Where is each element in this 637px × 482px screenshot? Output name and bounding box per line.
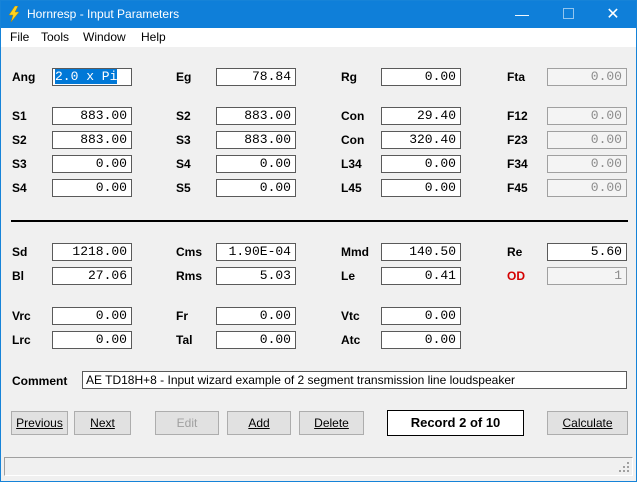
lightning-bolt-icon (8, 6, 20, 22)
label-s3-rows2-2: S3 (12, 157, 27, 171)
label-mmd-rows3-0: Mmd (341, 245, 369, 259)
field-vtc-rows4-0[interactable]: 0.00 (381, 307, 461, 325)
status-bar (4, 457, 633, 476)
label-tal-rows4-1: Tal (176, 333, 193, 347)
label-bl-rows3-1: Bl (12, 269, 24, 283)
field-s2-rows2-0[interactable]: 883.00 (216, 107, 296, 125)
label-con-rows2-0: Con (341, 109, 365, 123)
section-divider (11, 220, 628, 222)
label-f45-rows2-3: F45 (507, 181, 528, 195)
field-bl-rows3-1[interactable]: 27.06 (52, 267, 132, 285)
field-od-rows3-1[interactable]: 1 (547, 267, 627, 285)
field-s3-rows2-1[interactable]: 883.00 (216, 131, 296, 149)
label-s5-rows2-3: S5 (176, 181, 191, 195)
title-bar[interactable]: Hornresp - Input Parameters — ✕ (1, 1, 636, 28)
comment-field[interactable]: AE TD18H+8 - Input wizard example of 2 s… (82, 371, 627, 389)
field-cms-rows3-0[interactable]: 1.90E-04 (216, 243, 296, 261)
label-s4-rows2-3: S4 (12, 181, 27, 195)
previous-button[interactable]: Previous (11, 411, 68, 435)
comment-label: Comment (12, 374, 68, 388)
label-s2-rows2-1: S2 (12, 133, 27, 147)
label-l45-rows2-3: L45 (341, 181, 362, 195)
maximize-icon (562, 8, 574, 20)
field-vrc-rows4-0[interactable]: 0.00 (52, 307, 132, 325)
label-con-rows2-1: Con (341, 133, 365, 147)
label-vrc-rows4-0: Vrc (12, 309, 31, 323)
delete-button[interactable]: Delete (299, 411, 364, 435)
menu-file[interactable]: File (10, 30, 29, 44)
label-s3-rows2-1: S3 (176, 133, 191, 147)
menu-tools[interactable]: Tools (41, 30, 69, 44)
edit-button[interactable]: Edit (155, 411, 219, 435)
field-tal-rows4-1[interactable]: 0.00 (216, 331, 296, 349)
field-fta-rows1-0[interactable]: 0.00 (547, 68, 627, 86)
label-l34-rows2-2: L34 (341, 157, 362, 171)
field-lrc-rows4-1[interactable]: 0.00 (52, 331, 132, 349)
field-s4-rows2-2[interactable]: 0.00 (216, 155, 296, 173)
field-con-rows2-0[interactable]: 29.40 (381, 107, 461, 125)
label-od-rows3-1: OD (507, 269, 525, 283)
label-cms-rows3-0: Cms (176, 245, 203, 259)
next-button[interactable]: Next (74, 411, 131, 435)
label-le-rows3-1: Le (341, 269, 356, 283)
hornresp-window: Hornresp - Input Parameters — ✕ File Too… (0, 0, 637, 482)
field-atc-rows4-1[interactable]: 0.00 (381, 331, 461, 349)
label-lrc-rows4-1: Lrc (12, 333, 31, 347)
label-eg-rows1-0: Eg (176, 70, 192, 84)
field-s1-rows2-0[interactable]: 883.00 (52, 107, 132, 125)
label-f23-rows2-1: F23 (507, 133, 528, 147)
close-icon: ✕ (606, 6, 620, 23)
field-rms-rows3-1[interactable]: 5.03 (216, 267, 296, 285)
selected-text: 2.0 x Pi (55, 69, 118, 84)
label-s2-rows2-0: S2 (176, 109, 191, 123)
field-f12-rows2-0[interactable]: 0.00 (547, 107, 627, 125)
label-s1-rows2-0: S1 (12, 109, 27, 123)
resize-grip-icon[interactable] (619, 462, 629, 472)
calculate-button[interactable]: Calculate (547, 411, 628, 435)
label-fr-rows4-0: Fr (176, 309, 188, 323)
field-s5-rows2-3[interactable]: 0.00 (216, 179, 296, 197)
minimize-icon: — (515, 6, 529, 22)
field-l45-rows2-3[interactable]: 0.00 (381, 179, 461, 197)
field-ang-rows1-0[interactable]: 2.0 x Pi (52, 68, 132, 86)
label-f12-rows2-0: F12 (507, 109, 528, 123)
label-ang-rows1-0: Ang (12, 70, 36, 84)
field-rg-rows1-0[interactable]: 0.00 (381, 68, 461, 86)
window-title: Hornresp - Input Parameters (27, 7, 180, 21)
minimize-button[interactable]: — (500, 1, 544, 28)
field-le-rows3-1[interactable]: 0.41 (381, 267, 461, 285)
field-f34-rows2-2[interactable]: 0.00 (547, 155, 627, 173)
field-con-rows2-1[interactable]: 320.40 (381, 131, 461, 149)
label-vtc-rows4-0: Vtc (341, 309, 360, 323)
label-rg-rows1-0: Rg (341, 70, 357, 84)
close-button[interactable]: ✕ (591, 1, 635, 28)
add-button[interactable]: Add (227, 411, 291, 435)
label-fta-rows1-0: Fta (507, 70, 525, 84)
label-atc-rows4-1: Atc (341, 333, 361, 347)
label-sd-rows3-0: Sd (12, 245, 28, 259)
field-re-rows3-0[interactable]: 5.60 (547, 243, 627, 261)
field-mmd-rows3-0[interactable]: 140.50 (381, 243, 461, 261)
maximize-button[interactable] (546, 1, 590, 28)
field-l34-rows2-2[interactable]: 0.00 (381, 155, 461, 173)
label-re-rows3-0: Re (507, 245, 523, 259)
field-f23-rows2-1[interactable]: 0.00 (547, 131, 627, 149)
field-sd-rows3-0[interactable]: 1218.00 (52, 243, 132, 261)
field-s3-rows2-2[interactable]: 0.00 (52, 155, 132, 173)
field-eg-rows1-0[interactable]: 78.84 (216, 68, 296, 86)
label-s4-rows2-2: S4 (176, 157, 191, 171)
menu-help[interactable]: Help (141, 30, 166, 44)
label-rms-rows3-1: Rms (176, 269, 203, 283)
menu-bar: File Tools Window Help (1, 28, 636, 47)
field-f45-rows2-3[interactable]: 0.00 (547, 179, 627, 197)
field-s4-rows2-3[interactable]: 0.00 (52, 179, 132, 197)
menu-window[interactable]: Window (83, 30, 126, 44)
field-s2-rows2-1[interactable]: 883.00 (52, 131, 132, 149)
record-indicator: Record 2 of 10 (387, 410, 524, 436)
field-fr-rows4-0[interactable]: 0.00 (216, 307, 296, 325)
label-f34-rows2-2: F34 (507, 157, 528, 171)
